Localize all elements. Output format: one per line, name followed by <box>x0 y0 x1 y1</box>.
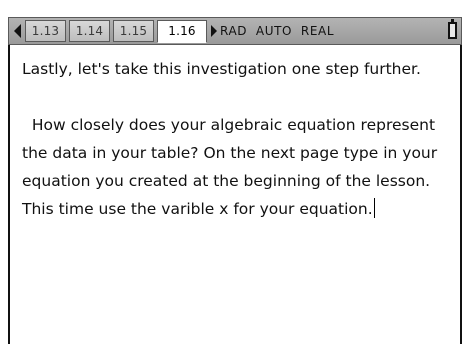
mode-settings-text: RAD AUTO REAL <box>220 24 335 38</box>
battery-icon <box>448 19 457 39</box>
tab-1-14[interactable]: 1.14 <box>69 20 110 42</box>
paragraph-intro: Lastly, let's take this investigation on… <box>22 60 421 78</box>
paragraph-question-text: How closely does your algebraic equation… <box>22 116 443 218</box>
notes-document[interactable]: Lastly, let's take this investigation on… <box>8 45 462 344</box>
paragraph-question: How closely does your algebraic equation… <box>22 111 446 223</box>
page-tab-bar: 1.13 1.14 1.15 1.16 RAD AUTO REAL <box>8 17 462 45</box>
left-triangle-icon[interactable] <box>14 24 21 38</box>
tab-1-16[interactable]: 1.16 <box>157 20 207 43</box>
tab-1-15[interactable]: 1.15 <box>113 20 154 42</box>
text-cursor <box>373 198 375 218</box>
right-triangle-icon <box>211 25 217 37</box>
calculator-screen: 1.13 1.14 1.15 1.16 RAD AUTO REAL Lastly… <box>0 0 470 344</box>
tab-1-13[interactable]: 1.13 <box>25 20 66 42</box>
